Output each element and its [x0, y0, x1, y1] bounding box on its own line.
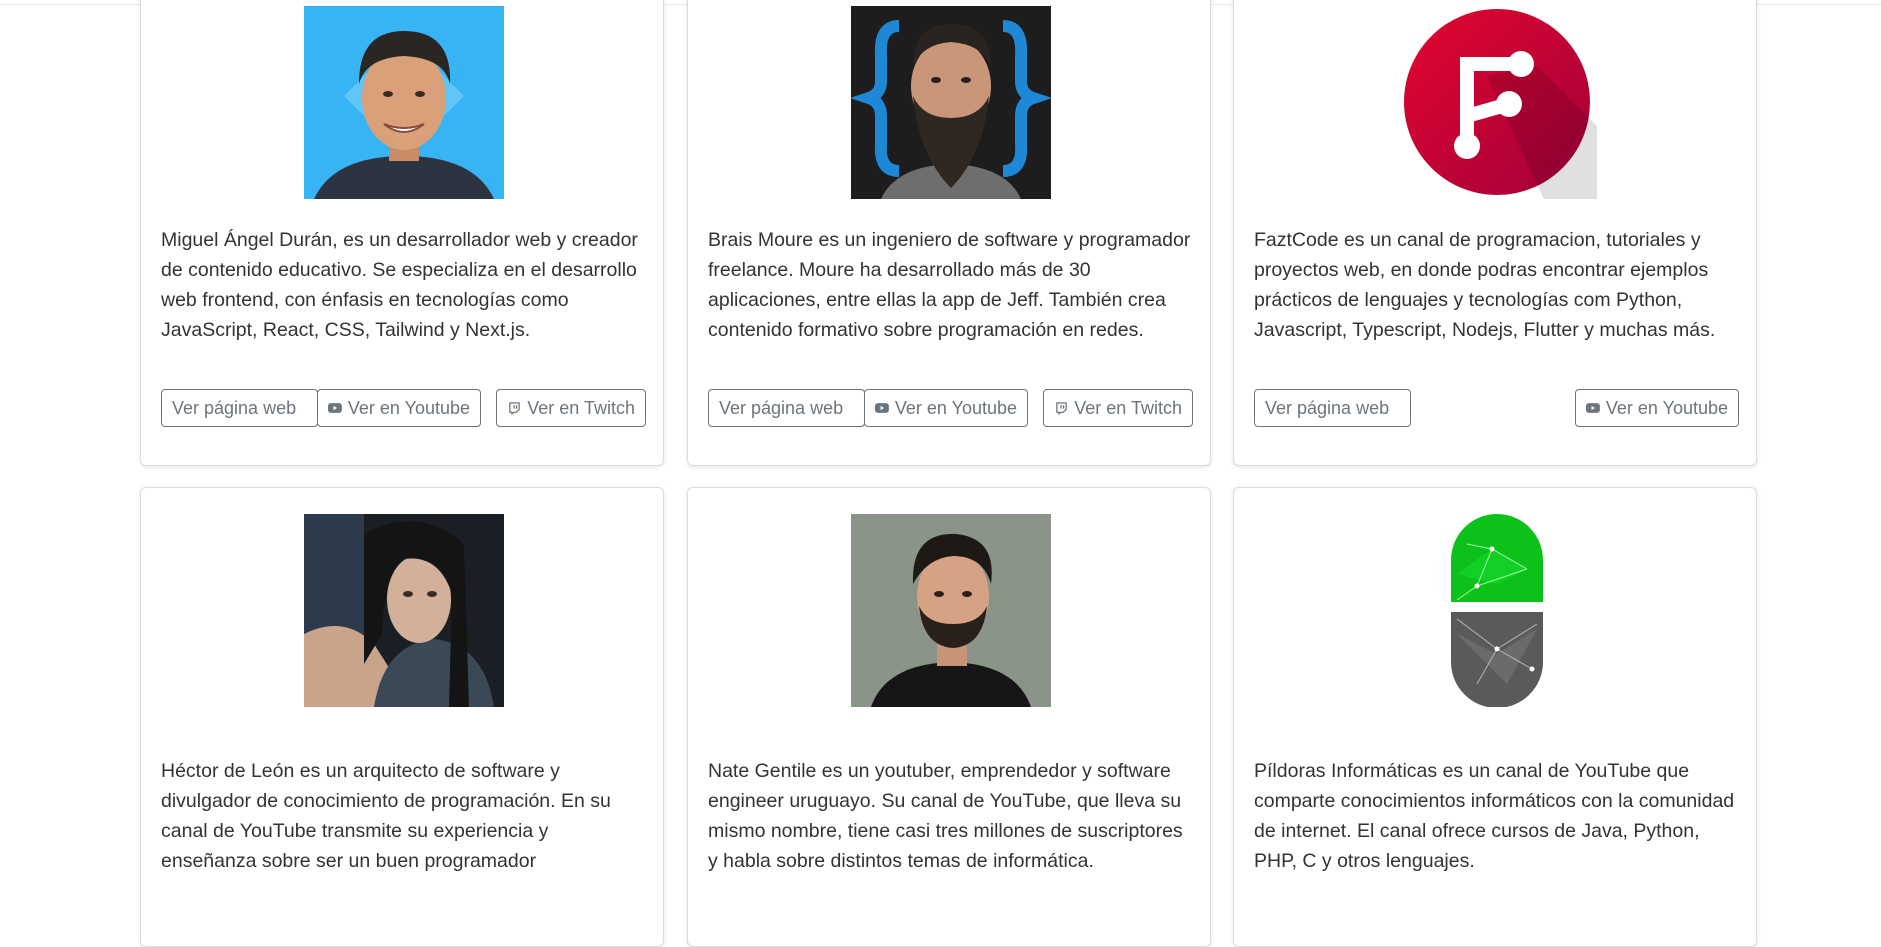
button-label: Ver en Twitch: [1074, 397, 1182, 418]
youtube-icon: [1586, 403, 1600, 413]
card-description: FaztCode es un canal de programacion, tu…: [1254, 229, 1716, 341]
pill-logo: [1397, 514, 1597, 707]
button-label: Ver en Twitch: [527, 397, 635, 418]
view-twitch-button[interactable]: Ver en Twitch: [1043, 389, 1193, 427]
avatar: [851, 514, 1051, 707]
avatar: [304, 514, 504, 707]
button-label: Ver página web: [719, 397, 844, 418]
button-label: Ver en Youtube: [894, 397, 1017, 418]
creator-card-faztcode: FaztCode es un canal de programacion, tu…: [1233, 0, 1757, 466]
creator-card-nate-gentile: Nate Gentile es un youtuber, emprendedor…: [687, 487, 1211, 947]
button-label: Ver en Youtube: [1605, 397, 1728, 418]
twitch-icon: [1056, 402, 1067, 415]
view-youtube-button[interactable]: Ver en Youtube: [1575, 389, 1739, 427]
view-youtube-button[interactable]: Ver en Youtube: [317, 389, 481, 427]
button-label: Ver página web: [172, 397, 297, 418]
avatar: [304, 6, 504, 199]
youtube-icon: [328, 403, 342, 413]
view-website-button[interactable]: Ver página web: [708, 389, 865, 427]
view-website-button[interactable]: Ver página web: [1254, 389, 1411, 427]
youtube-icon: [875, 403, 889, 413]
creator-card-hector-de-leon: Héctor de León es un arquitecto de softw…: [140, 487, 664, 947]
creator-card-midudev: Miguel Ángel Durán, es un desarrollador …: [140, 0, 664, 466]
view-website-button[interactable]: Ver página web: [161, 389, 318, 427]
faztcode-logo: [1397, 6, 1597, 199]
button-label: Ver página web: [1265, 397, 1390, 418]
view-twitch-button[interactable]: Ver en Twitch: [496, 389, 646, 427]
avatar: [851, 6, 1051, 199]
card-description: Brais Moure es un ingeniero de software …: [708, 229, 1191, 341]
button-label: Ver en Youtube: [347, 397, 470, 418]
twitch-icon: [509, 402, 520, 415]
card-description: Miguel Ángel Durán, es un desarrollador …: [161, 229, 638, 341]
card-description: Nate Gentile es un youtuber, emprendedor…: [708, 760, 1183, 872]
creator-card-pildoras-informaticas: Píldoras Informáticas es un canal de You…: [1233, 487, 1757, 947]
view-youtube-button[interactable]: Ver en Youtube: [864, 389, 1028, 427]
creator-card-mouredev: Brais Moure es un ingeniero de software …: [687, 0, 1211, 466]
card-description: Héctor de León es un arquitecto de softw…: [161, 760, 611, 872]
card-description: Píldoras Informáticas es un canal de You…: [1254, 760, 1735, 872]
